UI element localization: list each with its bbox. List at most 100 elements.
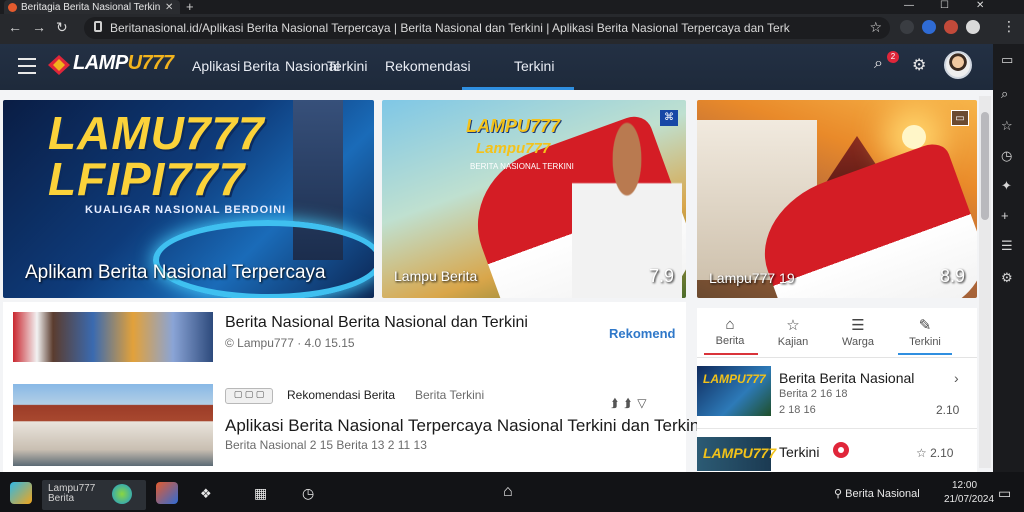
hero-score: 7.9 — [648, 266, 674, 286]
list-kicker-2: Berita Terkini — [415, 388, 485, 402]
hero-card-3[interactable]: ▭ Lampu777 19 8.9 — [697, 100, 977, 298]
list-thumbnail — [13, 384, 213, 466]
user-avatar[interactable] — [944, 51, 972, 79]
taskbar-item-3[interactable]: ◷ — [302, 485, 314, 502]
list-item[interactable]: ▢ ▢ ▢ Rekomendasi Berita Berita Terkini … — [3, 376, 703, 472]
new-tab-button[interactable]: + — [186, 0, 194, 14]
clock-date[interactable]: 21/07/2024 — [944, 494, 994, 505]
side-puzzle-icon[interactable]: ✦ — [1001, 178, 1012, 194]
side-add-icon[interactable]: + — [1001, 208, 1009, 223]
site-logo-text[interactable]: LAMPU777 — [73, 52, 174, 75]
tab-label: Warga — [842, 336, 874, 348]
tab-active-indicator — [704, 353, 758, 355]
extension-blue-icon[interactable] — [922, 20, 936, 34]
side-clock-icon[interactable]: ◷ — [1001, 148, 1012, 164]
hero-badge-icon[interactable]: ▭ — [951, 110, 969, 126]
panel-thumbnail[interactable]: LAMPU777 — [697, 366, 771, 416]
hero-caption: Aplikam Berita Nasional Terpercaya — [25, 262, 326, 283]
menu-dots-icon[interactable]: ⋮ — [1002, 18, 1016, 35]
notification-badge: 2 — [887, 51, 899, 63]
tab-label: Terkini — [909, 336, 941, 348]
address-bar[interactable]: Beritanasional.id/Aplikasi Berita Nasion… — [84, 17, 890, 39]
site-logo-icon[interactable] — [46, 53, 72, 77]
tray-text[interactable]: ⚲ Berita Nasional — [834, 487, 920, 500]
close-tab-icon[interactable]: ✕ — [165, 2, 173, 13]
list-actions-icons[interactable]: ⮭⮭▽ — [611, 396, 652, 411]
reload-icon[interactable]: ↻ — [56, 19, 68, 36]
hero-card-2[interactable]: LAMPU777 Lampu777 BERITA NASIONAL TERKIN… — [382, 100, 686, 298]
hero-small-text: BERITA NASIONAL TERKINI — [470, 162, 574, 171]
search-icon[interactable]: ⌕ — [874, 55, 883, 73]
side-list-icon[interactable]: ☰ — [1001, 238, 1013, 254]
side-search-icon[interactable]: ⌕ — [1001, 86, 1008, 102]
logo-accent: U777 — [127, 52, 174, 74]
hamburger-menu-icon[interactable] — [18, 58, 36, 79]
list-icon: ☰ — [851, 317, 865, 334]
hero-card-1[interactable]: LAMU777 LFIPI777 KUALIGAR NASIONAL BERDO… — [3, 100, 374, 298]
chevron-right-icon[interactable]: › — [954, 370, 959, 386]
tab-berita[interactable]: ⌂ Berita — [700, 316, 760, 347]
thumb-logo: LAMPU777 — [703, 372, 766, 386]
list-meta: Berita Nasional 2 15 Berita 13 2 11 13 — [225, 438, 427, 452]
taskbar-active-app[interactable]: Lampu777 Berita — [42, 480, 146, 510]
extension-red-icon[interactable] — [944, 20, 958, 34]
hero-title-line2: LFIPI777 — [48, 153, 246, 205]
site-favicon-icon — [8, 2, 17, 12]
taskbar-item-1[interactable]: ❖ — [200, 486, 212, 502]
panel-item-title[interactable]: Berita Berita Nasional — [779, 370, 914, 386]
hero-ring-decoration — [153, 220, 374, 298]
hero-badge-icon[interactable]: ⌘ — [660, 110, 678, 126]
live-badge-icon — [833, 442, 849, 458]
home-icon: ⌂ — [725, 316, 735, 333]
nav-aplikasi[interactable]: Aplikasi — [192, 58, 240, 74]
panel-item-number: 2.10 — [936, 403, 960, 417]
edit-icon: ✎ — [918, 317, 932, 334]
extension-icon[interactable] — [900, 20, 914, 34]
list-thumbnail — [13, 312, 213, 362]
clock-time[interactable]: 12:00 — [952, 480, 977, 491]
recommend-link[interactable]: Rekomend — [609, 326, 675, 341]
forward-icon[interactable]: → — [32, 19, 46, 35]
nav-berita[interactable]: Berita — [243, 58, 280, 74]
nav-rekomendasi[interactable]: Rekomendasi — [385, 58, 471, 74]
hero-caption: Lampu Berita — [394, 268, 478, 284]
nav-terkini[interactable]: Terkini — [327, 58, 367, 74]
side-star-icon[interactable]: ☆ — [1001, 118, 1013, 134]
tab-kajian[interactable]: ☆ Kajian — [763, 316, 823, 348]
tab-active-indicator-2 — [898, 353, 952, 355]
minimize-icon[interactable]: — — [904, 0, 914, 11]
panel-divider — [697, 357, 977, 358]
panel-item-title[interactable]: Terkini — [779, 444, 819, 460]
tab-title: Beritagia Berita Nasional Terkini — [21, 1, 161, 13]
bookmark-star-icon[interactable]: ☆ — [869, 19, 882, 36]
panel-thumbnail[interactable]: LAMPU777 — [697, 437, 776, 471]
home-icon[interactable]: ⌂ — [503, 483, 513, 501]
browser-app-icon — [112, 484, 132, 504]
notification-center-icon[interactable]: ▭ — [998, 485, 1011, 502]
list-title: Berita Nasional Berita Nasional dan Terk… — [225, 314, 528, 331]
nav-terkini-2[interactable]: Terkini — [514, 58, 554, 74]
hero-score: 8.9 — [939, 266, 965, 286]
list-item[interactable]: Berita Nasional Berita Nasional dan Terk… — [3, 302, 686, 382]
url-text: Beritanasional.id/Aplikasi Berita Nasion… — [110, 21, 790, 35]
maximize-icon[interactable]: ☐ — [940, 0, 949, 11]
side-settings-icon[interactable]: ⚙ — [1001, 270, 1013, 286]
thumb-logo: LAMPU777 — [703, 445, 777, 461]
app-icon[interactable] — [156, 482, 178, 504]
tab-warga[interactable]: ☰ Warga — [828, 316, 888, 348]
list-kicker: Rekomendasi Berita — [287, 388, 396, 402]
close-window-icon[interactable]: ✕ — [976, 0, 984, 11]
settings-icon[interactable]: ⚙ — [912, 55, 926, 75]
scrollbar-thumb[interactable] — [981, 112, 989, 220]
start-icon[interactable] — [10, 482, 32, 504]
lock-icon — [94, 21, 102, 32]
tab-terkini[interactable]: ✎ Terkini — [895, 316, 955, 348]
profile-icon[interactable] — [966, 20, 980, 34]
taskbar-item-2[interactable]: ▦ — [254, 485, 267, 502]
back-icon[interactable]: ← — [8, 19, 22, 35]
panel-item-meta-2: 2 18 16 — [779, 404, 816, 416]
panel-divider-2 — [697, 428, 977, 429]
side-tab-icon[interactable]: ▭ — [1001, 52, 1013, 68]
panel-item-number: ☆ 2.10 — [916, 446, 954, 460]
browser-tab[interactable]: Beritagia Berita Nasional Terkini ✕ — [4, 0, 180, 14]
